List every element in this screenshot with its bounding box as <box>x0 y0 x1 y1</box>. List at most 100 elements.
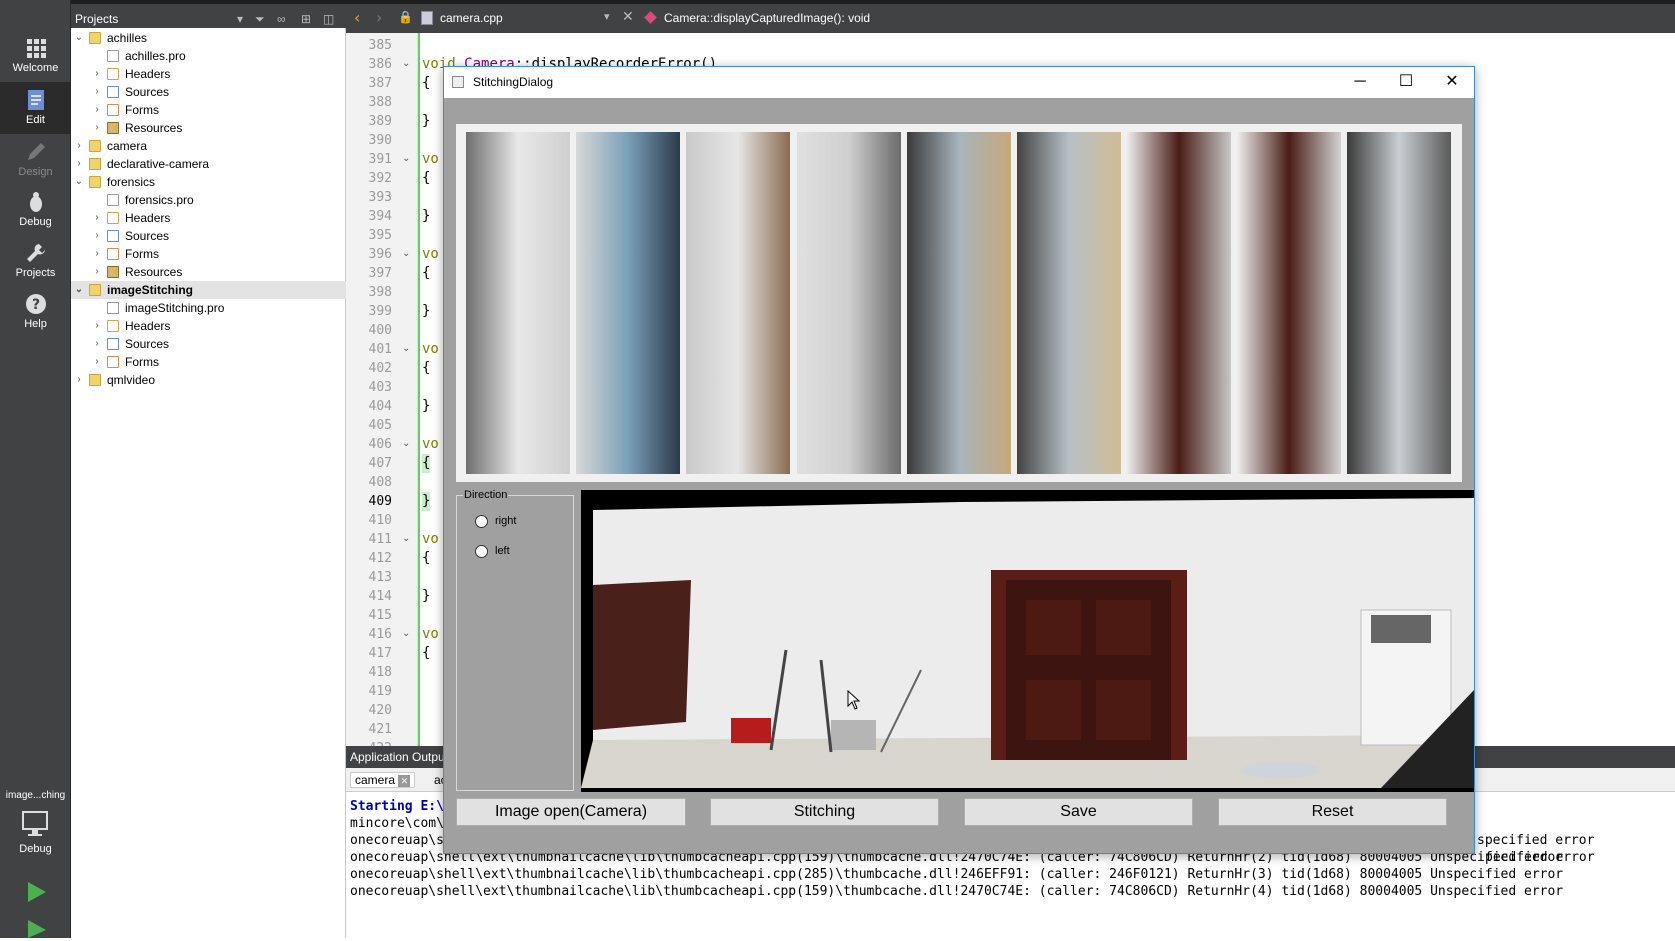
dropdown-icon[interactable]: ▾ <box>237 13 251 25</box>
tree-item[interactable]: › Sources <box>71 83 346 101</box>
tree-item[interactable]: › Headers <box>71 317 346 335</box>
headers-folder-icon <box>107 320 119 332</box>
tree-item[interactable]: ⌄ imageStitching <box>71 281 346 299</box>
projects-header: Projects ▾ ⏷ ∞ ⊞ ◫ <box>71 0 346 28</box>
mode-debug[interactable]: Debug <box>0 184 71 236</box>
tree-item[interactable]: › declarative-camera <box>71 155 346 173</box>
chevron-right-icon[interactable]: › <box>73 155 85 173</box>
dialog-body: Direction right left Image open(Camera) … <box>444 98 1474 853</box>
chevron-down-icon[interactable]: ⌄ <box>73 281 85 299</box>
filter-icon[interactable]: ⏷ <box>255 13 269 25</box>
mode-design[interactable]: Design <box>0 134 71 186</box>
minimize-button[interactable]: ─ <box>1337 67 1383 98</box>
forms-folder-icon <box>107 248 119 260</box>
line-number: 406 <box>368 437 392 452</box>
line-number: 390 <box>368 133 392 148</box>
tree-item[interactable]: › Forms <box>71 101 346 119</box>
code-line: vo <box>422 151 439 167</box>
fold-icon[interactable]: ⌄ <box>402 153 410 164</box>
maximize-button[interactable]: ☐ <box>1383 67 1429 98</box>
radio-right-label: right <box>495 515 517 527</box>
tree-item[interactable]: › Sources <box>71 335 346 353</box>
window-icon <box>452 76 464 88</box>
run-icon[interactable] <box>24 880 48 904</box>
link-icon[interactable]: ∞ <box>277 13 291 25</box>
chevron-down-icon[interactable]: ⌄ <box>73 29 85 47</box>
debug-run-icon[interactable] <box>24 918 48 938</box>
output-line: mincore\com\ <box>350 816 444 831</box>
chevron-right-icon[interactable]: › <box>91 65 103 83</box>
close-tab-icon[interactable]: ✕ <box>398 775 411 787</box>
tree-item[interactable]: › Sources <box>71 227 346 245</box>
tree-item-label: imageStitching <box>107 283 194 297</box>
dialog-title: StitchingDialog <box>473 75 554 89</box>
back-icon[interactable]: ‹ <box>354 8 360 27</box>
stitching-button[interactable]: Stitching <box>710 798 939 826</box>
mode-edit[interactable]: Edit <box>0 82 71 134</box>
tree-item[interactable]: ⌄ achilles <box>71 29 346 47</box>
radio-left-label: left <box>495 545 510 557</box>
fold-icon[interactable]: ⌄ <box>402 343 410 354</box>
tree-item[interactable]: › qmlvideo <box>71 371 346 389</box>
pencil-icon <box>27 143 45 160</box>
tree-item[interactable]: ⌄ forensics <box>71 173 346 191</box>
dialog-titlebar[interactable]: StitchingDialog ─ ☐ ✕ <box>444 67 1474 98</box>
chevron-right-icon[interactable]: › <box>91 101 103 119</box>
chevron-right-icon[interactable]: › <box>91 317 103 335</box>
line-number: 415 <box>368 608 392 623</box>
chevron-right-icon[interactable]: › <box>91 119 103 137</box>
output-tab-camera[interactable]: camera ✕ <box>350 772 416 788</box>
close-button[interactable]: ✕ <box>1429 67 1475 98</box>
tree-item[interactable]: › camera <box>71 137 346 155</box>
thumbnail-image <box>797 132 901 474</box>
stitching-dialog: StitchingDialog ─ ☐ ✕ Direction right le… <box>443 66 1475 854</box>
split-icon[interactable]: ⊞ <box>301 13 315 25</box>
pro-file-icon <box>107 302 119 314</box>
mode-projects[interactable]: Projects <box>0 235 71 287</box>
tree-item[interactable]: › Resources <box>71 263 346 281</box>
fold-icon[interactable]: ⌄ <box>402 248 410 259</box>
fold-icon[interactable]: ⌄ <box>402 533 410 544</box>
close-pane-icon[interactable]: ◫ <box>323 13 337 25</box>
fold-icon[interactable]: ⌄ <box>402 628 410 639</box>
fold-icon[interactable]: ⌄ <box>402 438 410 449</box>
chevron-right-icon[interactable]: › <box>73 371 85 389</box>
close-file-icon[interactable]: ✕ <box>622 9 634 25</box>
chevron-right-icon[interactable]: › <box>91 263 103 281</box>
line-number: 385 <box>368 38 392 53</box>
chevron-right-icon[interactable]: › <box>91 245 103 263</box>
chevron-right-icon[interactable]: › <box>91 353 103 371</box>
file-dropdown-icon[interactable]: ▾ <box>604 10 610 23</box>
tree-item[interactable]: imageStitching.pro <box>71 299 346 317</box>
chevron-right-icon[interactable]: › <box>73 137 85 155</box>
reset-button[interactable]: Reset <box>1218 798 1447 826</box>
radio-left[interactable] <box>475 545 488 558</box>
forward-icon[interactable]: › <box>376 8 382 27</box>
tree-item[interactable]: forensics.pro <box>71 191 346 209</box>
chevron-right-icon[interactable]: › <box>91 335 103 353</box>
line-number: 394 <box>368 209 392 224</box>
tree-item[interactable]: achilles.pro <box>71 47 346 65</box>
mode-help[interactable]: ? Help <box>0 286 71 338</box>
save-button[interactable]: Save <box>964 798 1193 826</box>
tree-item[interactable]: › Forms <box>71 245 346 263</box>
fold-icon[interactable]: ⌄ <box>402 58 410 69</box>
chevron-right-icon[interactable]: › <box>91 209 103 227</box>
file-tab[interactable]: camera.cpp <box>440 11 503 25</box>
radio-right[interactable] <box>475 515 488 528</box>
tree-item[interactable]: › Headers <box>71 65 346 83</box>
chevron-down-icon[interactable]: ⌄ <box>73 173 85 191</box>
tree-item[interactable]: › Headers <box>71 209 346 227</box>
tree-item[interactable]: › Forms <box>71 353 346 371</box>
function-crumb[interactable]: Camera::displayCapturedImage(): void <box>664 11 870 25</box>
mode-label: Debug <box>19 216 52 228</box>
code-line: } <box>422 588 431 604</box>
chevron-right-icon[interactable]: › <box>91 227 103 245</box>
tree-item[interactable]: › Resources <box>71 119 346 137</box>
mode-welcome[interactable]: Welcome <box>0 30 71 82</box>
chevron-right-icon[interactable]: › <box>91 83 103 101</box>
monitor-icon[interactable] <box>20 810 52 838</box>
image-open-button[interactable]: Image open(Camera) <box>456 798 686 826</box>
thumbnail-image <box>686 132 790 474</box>
code-line: { <box>422 454 431 473</box>
